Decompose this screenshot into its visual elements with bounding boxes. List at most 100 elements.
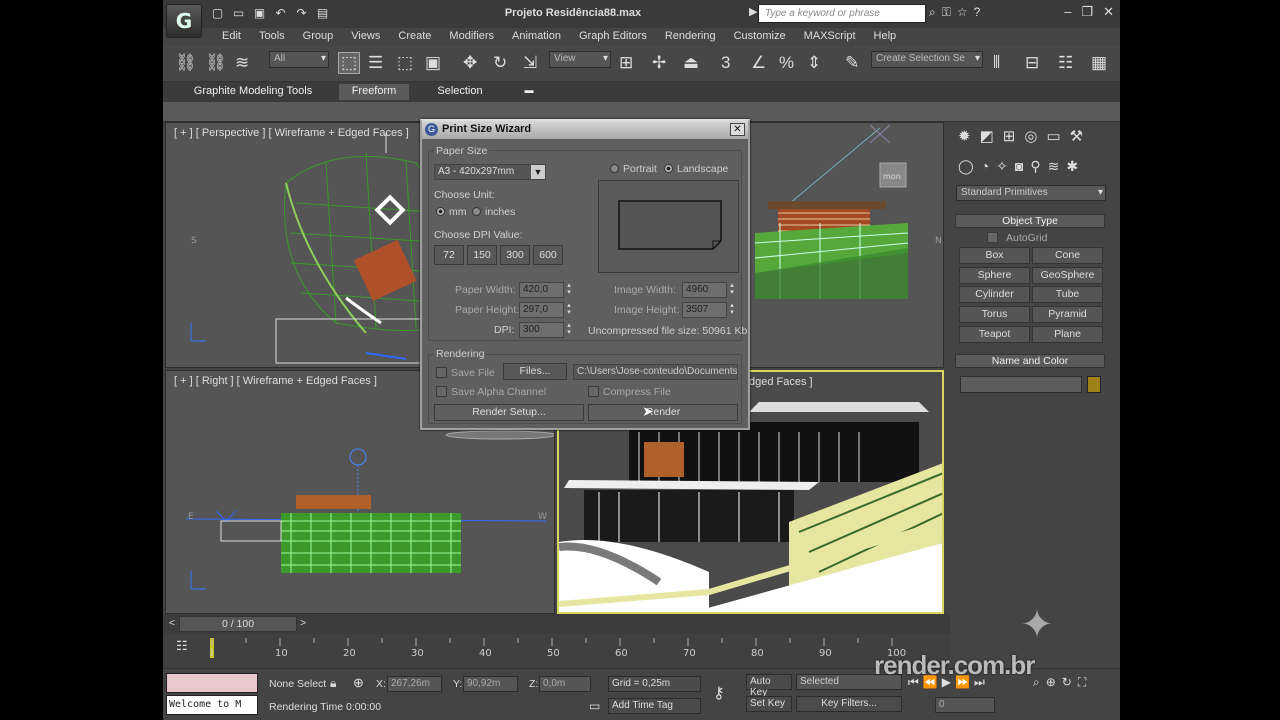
move-icon[interactable]: ✥	[463, 53, 477, 73]
geosphere-button[interactable]: GeoSphere	[1032, 267, 1103, 284]
landscape-radio[interactable]: Landscape	[664, 163, 728, 175]
save-file-checkbox[interactable]	[436, 367, 447, 378]
ribbon-minimize-icon[interactable]: ▬	[521, 84, 537, 100]
inches-radio[interactable]: inches	[472, 206, 515, 218]
motion-tab-icon[interactable]: ◎	[1024, 127, 1037, 145]
menu-item-help[interactable]: Help	[865, 28, 906, 46]
dpi-600-button[interactable]: 600	[533, 245, 563, 265]
plane-button[interactable]: Plane	[1032, 326, 1103, 343]
shapes-icon[interactable]: ◔	[981, 158, 989, 175]
modify-tab-icon[interactable]: ◩	[980, 127, 994, 145]
torus-button[interactable]: Torus	[959, 306, 1030, 323]
spinner-snap-icon[interactable]: ⇕	[807, 53, 821, 73]
select-object-icon[interactable]: ⬚	[338, 52, 360, 74]
viewport-top-right[interactable]: mon N	[749, 122, 944, 368]
help-icon[interactable]: ?	[974, 5, 981, 20]
key-icon[interactable]: ⚿	[942, 5, 951, 20]
menu-item-edit[interactable]: Edit	[213, 28, 250, 46]
track-bar[interactable]: ☷ 0 10 20 30 40 50 60 70 80 90 100	[163, 634, 950, 668]
save-icon[interactable]: ▣	[251, 5, 268, 21]
compress-file-checkbox[interactable]	[588, 386, 599, 397]
set-key-icon[interactable]: ⚷	[713, 683, 725, 703]
app-logo-button[interactable]: G	[166, 4, 202, 38]
menu-item-group[interactable]: Group	[294, 28, 343, 46]
render-setup-button[interactable]: Render Setup...	[434, 404, 584, 421]
search-arrow-icon[interactable]: ▶	[749, 5, 757, 18]
dialog-close-icon[interactable]: ✕	[730, 123, 745, 136]
dpi-72-button[interactable]: 72	[434, 245, 464, 265]
select-by-name-icon[interactable]: ☰	[368, 53, 383, 73]
bind-spacewarp-icon[interactable]: ≋	[235, 53, 249, 73]
maxscript-listener-bottom[interactable]: Welcome to M	[166, 695, 258, 715]
menu-item-tools[interactable]: Tools	[250, 28, 294, 46]
zoom-all-icon[interactable]: ⊕	[1046, 675, 1056, 690]
menu-item-rendering[interactable]: Rendering	[656, 28, 725, 46]
time-slider[interactable]: < 0 / 100 >	[163, 614, 950, 634]
files-button[interactable]: Files...	[503, 363, 567, 380]
dpi-field[interactable]: 300	[519, 322, 564, 338]
pyramid-button[interactable]: Pyramid	[1032, 306, 1103, 323]
image-height-field[interactable]: 3507	[682, 302, 727, 318]
tab-selection[interactable]: Selection	[425, 84, 495, 100]
percent-snap-icon[interactable]: %	[779, 53, 794, 73]
graphite-toggle-icon[interactable]: ▦	[1091, 53, 1107, 73]
image-width-field[interactable]: 4960	[682, 282, 727, 298]
tab-graphite-modeling-tools[interactable]: Graphite Modeling Tools	[175, 84, 331, 100]
auto-key-button[interactable]: Auto Key	[746, 674, 792, 698]
open-file-icon[interactable]: ▭	[230, 5, 247, 21]
key-filters-button[interactable]: Key Filters...	[796, 696, 902, 712]
orbit-icon[interactable]: ↻	[1062, 675, 1072, 690]
mirror-icon[interactable]: ⫴	[993, 53, 1000, 73]
dialog-title[interactable]: Print Size Wizard	[422, 121, 748, 139]
image-height-spinner[interactable]: ▴ ▾	[728, 302, 736, 318]
restore-icon[interactable]: ❐	[1081, 4, 1093, 20]
spacewarps-icon[interactable]: ≋	[1048, 158, 1060, 175]
pivot-center-icon[interactable]: ⊞	[619, 53, 633, 73]
current-frame-field[interactable]: 0	[935, 697, 995, 713]
create-tab-icon[interactable]: ✹	[958, 127, 971, 145]
add-time-tag-button[interactable]: Add Time Tag	[608, 698, 701, 714]
close-icon[interactable]: ✕	[1103, 4, 1114, 20]
curve-editor-icon[interactable]: ☷	[176, 638, 188, 654]
file-path-field[interactable]: C:\Users\Jose-conteudo\Documents	[573, 364, 738, 380]
named-selection-dropdown[interactable]: Create Selection Se	[871, 51, 983, 68]
layer-manager-icon[interactable]: ☷	[1058, 53, 1073, 73]
maximize-viewport-icon[interactable]: ⛶	[1078, 675, 1086, 690]
tab-freeform[interactable]: Freeform	[339, 84, 409, 100]
z-coordinate-field[interactable]: 0,0m	[539, 676, 591, 692]
systems-icon[interactable]: ✱	[1066, 158, 1078, 175]
absolute-mode-icon[interactable]: ⊕	[353, 675, 364, 691]
new-file-icon[interactable]: ▢	[209, 5, 226, 21]
object-color-swatch[interactable]	[1087, 376, 1101, 393]
select-manipulate-icon[interactable]: ✢	[652, 53, 666, 73]
menu-item-customize[interactable]: Customize	[725, 28, 795, 46]
lights-icon[interactable]: ✧	[996, 158, 1008, 175]
undo-icon[interactable]: ↶	[272, 5, 289, 21]
paper-width-spinner[interactable]: ▴ ▾	[565, 282, 573, 298]
set-key-button[interactable]: Set Key	[746, 696, 792, 712]
geometry-icon[interactable]: ◯	[958, 158, 974, 175]
star-icon[interactable]: ☆	[957, 5, 968, 20]
save-alpha-checkbox[interactable]	[436, 386, 447, 397]
rectangular-selection-icon[interactable]: ⬚	[397, 53, 413, 73]
y-coordinate-field[interactable]: 90,92m	[463, 676, 518, 692]
menu-item-graph-editors[interactable]: Graph Editors	[570, 28, 656, 46]
link-icon[interactable]: ⛓	[175, 53, 197, 73]
menu-item-modifiers[interactable]: Modifiers	[440, 28, 503, 46]
dpi-150-button[interactable]: 150	[467, 245, 497, 265]
maxscript-listener-top[interactable]	[166, 673, 258, 693]
display-tab-icon[interactable]: ▭	[1046, 127, 1060, 145]
helpers-icon[interactable]: ⚲	[1030, 158, 1040, 175]
snaps-toggle-icon[interactable]: 3	[721, 53, 730, 73]
menu-item-maxscript[interactable]: MAXScript	[795, 28, 865, 46]
hierarchy-tab-icon[interactable]: ⊞	[1003, 127, 1016, 145]
paper-height-spinner[interactable]: ▴ ▾	[565, 302, 573, 318]
viewport-label-perspective[interactable]: [ + ] [ Perspective ] [ Wireframe + Edge…	[174, 127, 409, 139]
box-button[interactable]: Box	[959, 247, 1030, 264]
cylinder-button[interactable]: Cylinder	[959, 286, 1030, 303]
time-slider-thumb[interactable]: 0 / 100	[179, 616, 297, 632]
paper-size-dropdown[interactable]: A3 - 420x297mm	[434, 164, 546, 180]
portrait-radio[interactable]: Portrait	[610, 163, 657, 175]
viewport-label-right[interactable]: [ + ] [ Right ] [ Wireframe + Edged Face…	[174, 375, 377, 387]
paper-width-field[interactable]: 420,0	[519, 282, 564, 298]
